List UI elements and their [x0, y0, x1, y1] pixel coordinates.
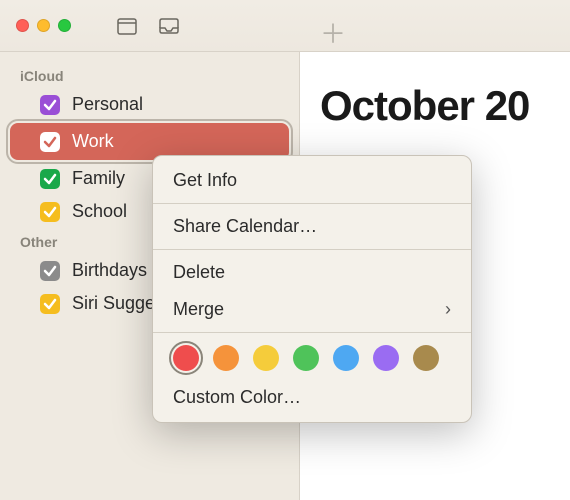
menu-item-label: Merge: [173, 299, 224, 320]
window-controls: [16, 19, 71, 32]
menu-item-custom-color[interactable]: Custom Color…: [153, 379, 471, 416]
zoom-window-button[interactable]: [58, 19, 71, 32]
menu-separator: [153, 332, 471, 333]
checkbox[interactable]: [40, 95, 60, 115]
menu-item-get-info[interactable]: Get Info: [153, 162, 471, 199]
close-window-button[interactable]: [16, 19, 29, 32]
menu-item-merge[interactable]: Merge ›: [153, 291, 471, 328]
month-title: October 20: [320, 82, 550, 130]
checkbox[interactable]: [40, 294, 60, 314]
color-swatch[interactable]: [213, 345, 239, 371]
sidebar-item-label: School: [72, 201, 127, 222]
chevron-right-icon: ›: [445, 299, 451, 320]
menu-item-label: Share Calendar…: [173, 216, 317, 237]
color-swatch[interactable]: [333, 345, 359, 371]
color-swatches: [153, 337, 471, 379]
menu-separator: [153, 203, 471, 204]
sidebar-item-label: Family: [72, 168, 125, 189]
color-swatch[interactable]: [293, 345, 319, 371]
context-menu: Get Info Share Calendar… Delete Merge › …: [152, 155, 472, 423]
menu-separator: [153, 249, 471, 250]
section-header: iCloud: [0, 62, 299, 88]
color-swatch[interactable]: [253, 345, 279, 371]
inbox-button[interactable]: [151, 12, 187, 40]
sidebar-item-label: Work: [72, 131, 114, 152]
checkbox[interactable]: [40, 132, 60, 152]
menu-item-delete[interactable]: Delete: [153, 254, 471, 291]
color-swatch[interactable]: [373, 345, 399, 371]
checkbox[interactable]: [40, 202, 60, 222]
calendar-view-button[interactable]: [109, 12, 145, 40]
checkbox[interactable]: [40, 261, 60, 281]
add-event-button[interactable]: ＋: [320, 14, 346, 51]
sidebar-item-label: Personal: [72, 94, 143, 115]
checkbox[interactable]: [40, 169, 60, 189]
color-swatch[interactable]: [413, 345, 439, 371]
minimize-window-button[interactable]: [37, 19, 50, 32]
menu-item-label: Custom Color…: [173, 387, 301, 408]
color-swatch[interactable]: [173, 345, 199, 371]
menu-item-label: Get Info: [173, 170, 237, 191]
titlebar: [0, 0, 570, 52]
menu-item-share-calendar[interactable]: Share Calendar…: [153, 208, 471, 245]
menu-item-label: Delete: [173, 262, 225, 283]
sidebar-item[interactable]: Personal: [0, 88, 299, 121]
sidebar-item-label: Birthdays: [72, 260, 147, 281]
